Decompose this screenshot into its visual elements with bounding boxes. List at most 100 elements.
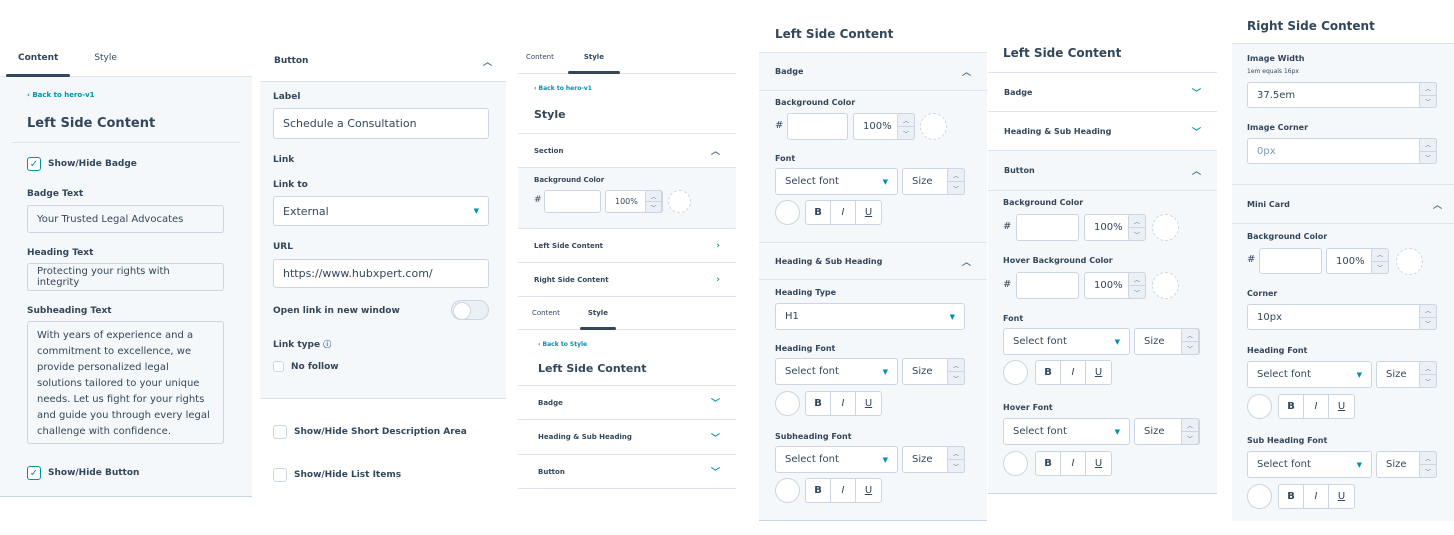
image-width-stepper[interactable]: ︿ ﹀ xyxy=(1419,82,1437,108)
heading-font-select[interactable]: Select font ▼ xyxy=(1247,361,1372,388)
italic-button[interactable]: I xyxy=(1304,485,1329,508)
italic-button[interactable]: I xyxy=(1061,361,1086,384)
show-list-checkbox[interactable]: Show/Hide List Items xyxy=(273,468,401,482)
show-button-checkbox[interactable]: ✓ Show/Hide Button xyxy=(27,466,139,480)
heading-color-swatch[interactable] xyxy=(775,391,800,416)
corner-stepper[interactable]: ︿ ﹀ xyxy=(1419,304,1437,330)
color-swatch[interactable] xyxy=(668,190,691,213)
image-corner-stepper[interactable]: ︿ ﹀ xyxy=(1419,138,1437,164)
open-new-window-toggle[interactable] xyxy=(451,300,489,320)
badge-text-input[interactable]: Your Trusted Legal Advocates xyxy=(27,205,224,233)
link-to-select[interactable]: External ▼ xyxy=(273,196,489,226)
hover-hex-input[interactable] xyxy=(1016,272,1079,299)
tab-content[interactable]: Content xyxy=(0,41,76,77)
color-swatch[interactable] xyxy=(1152,214,1179,241)
bold-button[interactable]: B xyxy=(1036,361,1061,384)
label-input[interactable]: Schedule a Consultation xyxy=(273,108,489,139)
heading-text-input[interactable]: Protecting your rights with integrity xyxy=(27,263,224,291)
italic-button[interactable]: I xyxy=(1304,395,1329,418)
nofollow-checkbox[interactable]: No follow xyxy=(273,361,339,372)
underline-button[interactable]: U xyxy=(1086,361,1111,384)
heading-size-stepper[interactable]: ︿ ﹀ xyxy=(1419,361,1437,388)
heading-type-select[interactable]: H1 ▼ xyxy=(775,303,965,330)
heading-font-select[interactable]: Select font ▼ xyxy=(775,358,898,385)
bold-button[interactable]: B xyxy=(806,201,831,224)
image-corner-input[interactable]: 0px xyxy=(1247,138,1437,164)
section-section-header[interactable]: Section ︿ xyxy=(518,133,736,168)
tab-content[interactable]: Content xyxy=(518,41,562,73)
opacity-stepper[interactable]: ︿ ﹀ xyxy=(897,113,915,140)
underline-button[interactable]: U xyxy=(1329,395,1354,418)
subheading-font-select[interactable]: Select font ▼ xyxy=(775,446,898,473)
bold-button[interactable]: B xyxy=(1279,395,1304,418)
hover-font-select[interactable]: Select font ▼ xyxy=(1003,418,1130,445)
font-select[interactable]: Select font ▼ xyxy=(1003,328,1130,355)
corner-input[interactable]: 10px xyxy=(1247,304,1437,330)
hex-input[interactable] xyxy=(787,113,848,140)
divider xyxy=(12,142,240,143)
font-select[interactable]: Select font ▼ xyxy=(775,168,898,195)
back-to-style-link[interactable]: ‹ Back to Style xyxy=(538,341,587,348)
hover-opacity-stepper[interactable]: ︿ ﹀ xyxy=(1128,272,1146,299)
show-description-checkbox[interactable]: Show/Hide Short Description Area xyxy=(273,425,467,439)
hex-input[interactable] xyxy=(1016,214,1079,241)
bold-button[interactable]: B xyxy=(806,479,831,502)
bold-button[interactable]: B xyxy=(806,392,831,415)
tab-style[interactable]: Style xyxy=(562,41,626,74)
url-input[interactable]: https://www.hubxpert.com/ xyxy=(273,259,489,288)
sub-heading-color-swatch[interactable] xyxy=(1247,484,1272,509)
left-side-content-row[interactable]: Left Side Content › xyxy=(518,228,736,263)
color-swatch[interactable] xyxy=(920,113,947,140)
font-label: Font xyxy=(775,154,796,163)
mini-card-header[interactable]: Mini Card ︿ xyxy=(1232,184,1454,224)
subheading-size-stepper[interactable]: ︿ ﹀ xyxy=(947,446,965,473)
color-swatch[interactable] xyxy=(1396,248,1423,275)
hover-size-stepper[interactable]: ︿ ﹀ xyxy=(1181,418,1199,445)
italic-button[interactable]: I xyxy=(831,479,856,502)
badge-section-header[interactable]: Badge ︿ xyxy=(759,53,987,91)
opacity-stepper[interactable]: ︿ ﹀ xyxy=(1128,214,1146,241)
section-button-header[interactable]: Button ︿ xyxy=(260,41,506,82)
subheading-color-swatch[interactable] xyxy=(775,478,800,503)
badge-row[interactable]: Badge ﹀ xyxy=(518,385,736,420)
hover-color-swatch[interactable] xyxy=(1152,272,1179,299)
back-link[interactable]: ‹ Back to hero-v1 xyxy=(534,85,592,92)
image-width-input[interactable]: 37.5em xyxy=(1247,82,1437,108)
italic-button[interactable]: I xyxy=(1061,452,1086,475)
bold-button[interactable]: B xyxy=(1036,452,1061,475)
heading-row[interactable]: Heading & Sub Heading ﹀ xyxy=(518,420,736,455)
bold-button[interactable]: B xyxy=(1279,485,1304,508)
tab-content[interactable]: Content xyxy=(518,297,574,329)
show-badge-checkbox[interactable]: ✓ Show/Hide Badge xyxy=(27,157,137,171)
button-section-header[interactable]: Button ︿ xyxy=(988,151,1217,191)
hex-input[interactable] xyxy=(544,190,601,213)
underline-button[interactable]: U xyxy=(856,201,881,224)
font-color-swatch[interactable] xyxy=(775,200,800,225)
heading-size-stepper[interactable]: ︿ ﹀ xyxy=(947,358,965,385)
heading-color-swatch[interactable] xyxy=(1247,394,1272,419)
subheading-textarea[interactable]: With years of experience and a commitmen… xyxy=(27,321,224,444)
sub-heading-font-select[interactable]: Select font ▼ xyxy=(1247,451,1372,478)
hover-font-color-swatch[interactable] xyxy=(1003,451,1028,476)
italic-button[interactable]: I xyxy=(831,392,856,415)
tab-style[interactable]: Style xyxy=(574,297,622,330)
italic-button[interactable]: I xyxy=(831,201,856,224)
button-row[interactable]: Button ﹀ xyxy=(518,455,736,489)
opacity-stepper[interactable]: ︿ ﹀ xyxy=(645,190,662,213)
size-stepper[interactable]: ︿ ﹀ xyxy=(1181,328,1199,355)
back-link[interactable]: ‹ Back to hero-v1 xyxy=(27,91,95,99)
underline-button[interactable]: U xyxy=(1329,485,1354,508)
underline-button[interactable]: U xyxy=(856,479,881,502)
hex-input[interactable] xyxy=(1259,248,1322,274)
font-color-swatch[interactable] xyxy=(1003,360,1028,385)
size-stepper[interactable]: ︿ ﹀ xyxy=(947,168,965,195)
underline-button[interactable]: U xyxy=(1086,452,1111,475)
underline-button[interactable]: U xyxy=(856,392,881,415)
heading-section-header[interactable]: Heading & Sub Heading ︿ xyxy=(759,242,987,280)
sub-heading-size-stepper[interactable]: ︿ ﹀ xyxy=(1419,451,1437,478)
badge-row[interactable]: Badge ﹀ xyxy=(988,73,1217,112)
heading-row[interactable]: Heading & Sub Heading ﹀ xyxy=(988,112,1217,151)
right-side-content-row[interactable]: Right Side Content › xyxy=(518,263,736,297)
tab-style[interactable]: Style xyxy=(76,41,135,76)
opacity-stepper[interactable]: ︿ ﹀ xyxy=(1371,248,1389,274)
